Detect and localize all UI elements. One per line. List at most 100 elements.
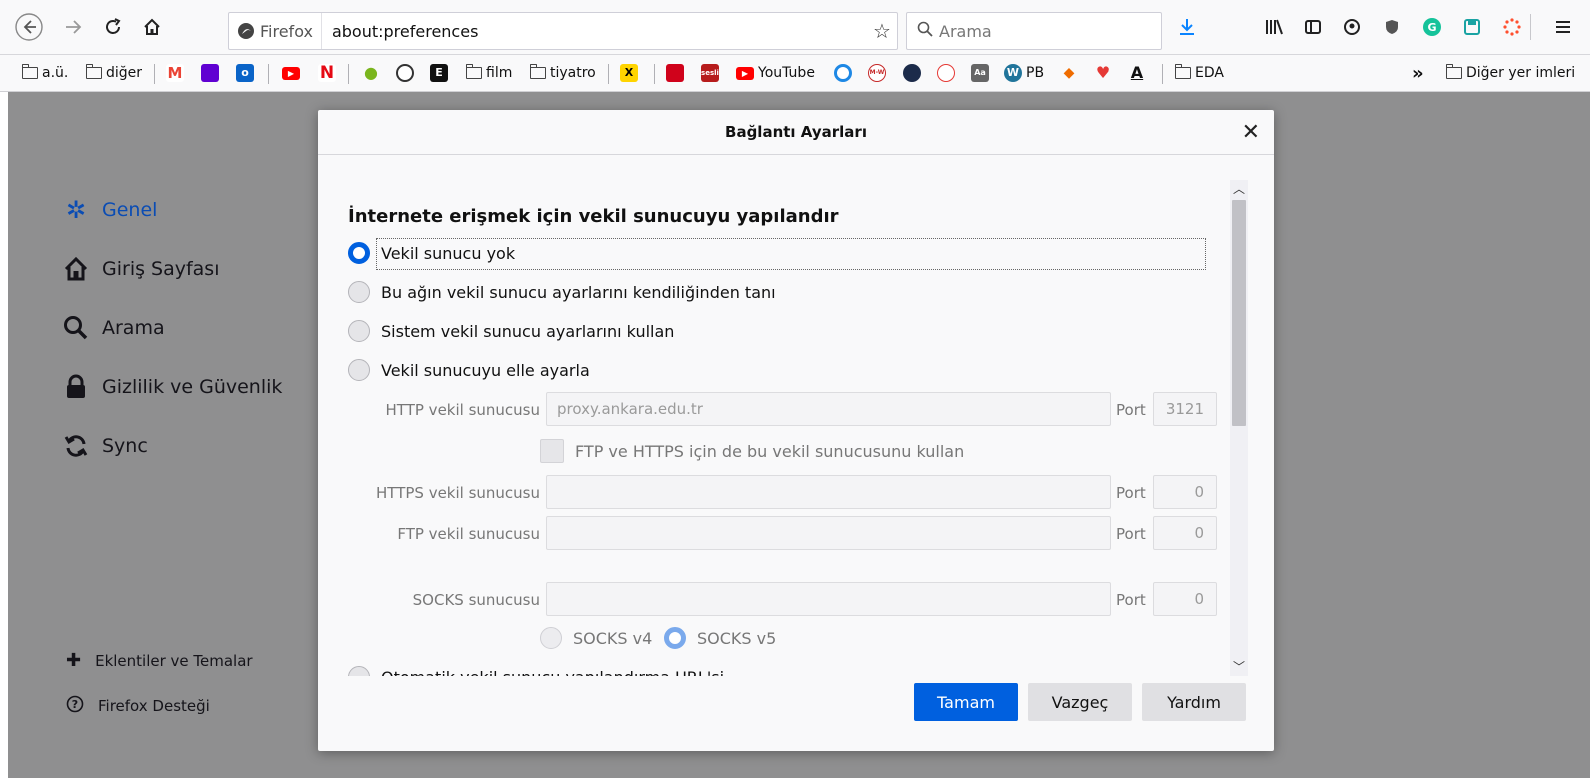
radio-socks-v4[interactable]: SOCKS v4	[540, 627, 652, 649]
radio-no-proxy[interactable]: Vekil sunucu yok	[348, 242, 515, 264]
chevron-right-double-icon[interactable]: »	[1412, 62, 1424, 84]
sync-icon	[62, 432, 90, 460]
ftp-port-input[interactable]: 0	[1153, 516, 1217, 550]
category-sync[interactable]: Sync	[62, 432, 148, 460]
save-extension-icon[interactable]	[1457, 12, 1487, 42]
search-placeholder: Arama	[939, 21, 992, 41]
scrollbar-thumb[interactable]	[1232, 200, 1246, 426]
socks-port-input[interactable]: 0	[1153, 582, 1217, 616]
sidebar-icon[interactable]	[1298, 12, 1328, 42]
chevron-down-icon[interactable]: ﹀	[1230, 658, 1248, 676]
youtube-icon[interactable]: ▶	[282, 62, 300, 84]
url-text[interactable]: about:preferences	[322, 22, 867, 41]
addons-link[interactable]: ✚ Eklentiler ve Temalar	[66, 650, 253, 671]
menu-icon[interactable]	[1548, 12, 1578, 42]
circle-bookmark-icon[interactable]	[834, 62, 852, 84]
e-bookmark-icon[interactable]: E	[430, 62, 448, 84]
panda-icon[interactable]	[396, 62, 414, 84]
checkbox[interactable]	[540, 439, 564, 463]
gmail-icon[interactable]: M	[166, 62, 184, 84]
download-icon[interactable]	[1172, 12, 1202, 42]
radio-manual-proxy[interactable]: Vekil sunucuyu elle ayarla	[348, 359, 590, 381]
share-proxy-option[interactable]: FTP ve HTTPS için de bu vekil sunucusunu…	[540, 439, 964, 463]
outlook-icon[interactable]: o	[236, 62, 254, 84]
thermometer-icon[interactable]	[937, 62, 955, 84]
browser-toolbar: Firefox about:preferences ☆ Arama G	[0, 0, 1590, 55]
grammarly-icon[interactable]: G	[1417, 12, 1447, 42]
home-icon[interactable]	[137, 12, 167, 42]
http-port-label: Port	[1116, 401, 1146, 419]
ftp-proxy-input[interactable]	[546, 516, 1111, 550]
radio-button[interactable]	[348, 359, 370, 381]
forward-icon[interactable]	[58, 12, 88, 42]
bookmark-pb[interactable]: W PB	[1004, 62, 1044, 84]
library-icon[interactable]	[1259, 12, 1289, 42]
category-search[interactable]: Arama	[62, 314, 165, 342]
https-proxy-input[interactable]	[546, 475, 1111, 509]
help-button[interactable]: Yardım	[1142, 683, 1246, 721]
category-privacy[interactable]: Gizlilik ve Güvenlik	[62, 373, 282, 401]
radio-button[interactable]	[348, 242, 370, 264]
support-link[interactable]: ? Firefox Desteği	[66, 695, 210, 717]
identity-label: Firefox	[260, 21, 313, 41]
dialog-scrollbar[interactable]: ︿ ﹀	[1230, 180, 1248, 676]
bookmark-star-icon[interactable]: ☆	[867, 19, 897, 43]
radio-button[interactable]	[348, 320, 370, 342]
aa-bookmark-icon[interactable]: Aa	[971, 62, 989, 84]
bookmark-folder[interactable]: tiyatro	[529, 62, 596, 84]
folder-icon	[529, 64, 546, 79]
https-port-input[interactable]: 0	[1153, 475, 1217, 509]
radio-button[interactable]	[540, 627, 562, 649]
gear-icon: ✲	[65, 196, 87, 224]
account-icon[interactable]	[1337, 12, 1367, 42]
red-book-icon[interactable]	[666, 62, 684, 84]
url-bar[interactable]: Firefox about:preferences ☆	[228, 12, 898, 50]
radio-auto-detect[interactable]: Bu ağın vekil sunucu ayarlarını kendiliğ…	[348, 281, 776, 303]
https-port-label: Port	[1116, 484, 1146, 502]
other-bookmarks-folder[interactable]: Diğer yer imleri	[1445, 62, 1575, 84]
shield-bookmark-icon[interactable]	[903, 62, 921, 84]
bookmark-folder[interactable]: film	[465, 62, 512, 84]
heart-icon[interactable]: ♥	[1094, 62, 1112, 84]
radio-button[interactable]	[664, 627, 686, 649]
category-home[interactable]: Giriş Sayfası	[62, 255, 220, 283]
category-general[interactable]: ✲ Genel	[62, 196, 158, 224]
radio-socks-v5[interactable]: SOCKS v5	[664, 627, 776, 649]
http-port-input[interactable]: 3121	[1153, 392, 1217, 426]
search-bar[interactable]: Arama	[906, 12, 1162, 50]
ok-button[interactable]: Tamam	[914, 683, 1018, 721]
drop-icon[interactable]: ●	[362, 62, 380, 84]
bookmark-youtube[interactable]: ▶ YouTube	[736, 62, 815, 84]
socks-host-input[interactable]	[546, 582, 1111, 616]
radio-system-proxy[interactable]: Sistem vekil sunucu ayarlarını kullan	[348, 320, 674, 342]
svg-text:G: G	[1427, 21, 1436, 34]
reload-icon[interactable]	[98, 12, 128, 42]
close-icon[interactable]: ✕	[1242, 120, 1260, 145]
radio-button[interactable]	[348, 281, 370, 303]
radio-button[interactable]	[348, 666, 370, 676]
folder-icon	[465, 64, 482, 79]
bookmark-folder[interactable]: a.ü.	[21, 62, 68, 84]
bookmark-folder[interactable]: diğer	[85, 62, 142, 84]
bookmarks-bar: a.ü. diğer M o ▶ N ● E film tiyatro X se…	[0, 55, 1590, 92]
ftp-port-label: Port	[1116, 525, 1146, 543]
news-icon[interactable]: sesli	[701, 62, 719, 84]
x-bookmark-icon[interactable]: X	[620, 62, 638, 84]
puzzle-icon: ✚	[66, 650, 82, 671]
radio-auto-config-url[interactable]: Otomatik vekil sunucu yapılandırma URL's…	[348, 666, 724, 676]
identity-box[interactable]: Firefox	[229, 13, 322, 49]
fish-icon[interactable]: ◆	[1060, 62, 1078, 84]
cancel-button[interactable]: Vazgeç	[1028, 683, 1132, 721]
dots-extension-icon[interactable]	[1497, 12, 1527, 42]
chevron-up-icon[interactable]: ︿	[1230, 180, 1248, 198]
font-bookmark-icon[interactable]: A	[1128, 62, 1146, 84]
merriam-webster-icon[interactable]: M-W	[868, 62, 886, 84]
shield-extension-icon[interactable]	[1377, 12, 1407, 42]
back-icon[interactable]	[14, 12, 44, 42]
yahoo-icon[interactable]	[201, 62, 219, 84]
firefox-icon	[238, 23, 254, 39]
netflix-icon[interactable]: N	[318, 62, 336, 84]
http-proxy-input[interactable]: proxy.ankara.edu.tr	[546, 392, 1111, 426]
wordpress-icon: W	[1004, 64, 1022, 82]
bookmark-folder[interactable]: EDA	[1174, 62, 1224, 84]
